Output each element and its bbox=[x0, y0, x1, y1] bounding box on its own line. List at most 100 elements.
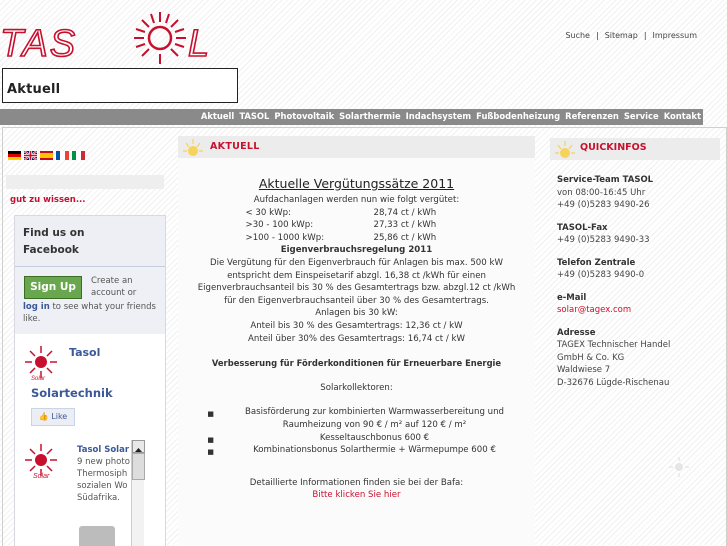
nav-item-service[interactable]: Service bbox=[624, 111, 659, 121]
list-item: ■ Kombinationsbonus Solarthermie + Wärmep… bbox=[178, 444, 535, 457]
post-sun-icon[interactable]: Solar bbox=[21, 442, 59, 480]
impressum-link[interactable]: Impressum bbox=[653, 31, 697, 40]
nav-item-tasol[interactable]: TASOL bbox=[239, 111, 269, 121]
list-item: ■ Kesseltauschbonus 600 € bbox=[178, 432, 535, 445]
eigen-line: Anteil über 30% des Gesamtertrags: 16,74… bbox=[248, 333, 465, 344]
nav-item-referenzen[interactable]: Referenzen bbox=[565, 111, 619, 121]
tarif-rate: 28,74 ct / kWh bbox=[373, 207, 437, 218]
service-phone: +49 (0)5283 9490-26 bbox=[557, 200, 650, 210]
main-content: AKTUELL Aktuelle Vergütungssätze 2011 Au… bbox=[178, 136, 535, 545]
small-sun-icon bbox=[555, 141, 575, 158]
facebook-feed-scrollbar[interactable] bbox=[131, 440, 145, 546]
eigen-line: entspricht dem Einspeisetarif abzgl. 16,… bbox=[227, 270, 486, 281]
nav-item-aktuell[interactable]: Aktuell bbox=[201, 111, 234, 121]
bullet-text: Basisförderung zur kombinierten Warmwass… bbox=[245, 407, 504, 430]
nav-item-photovoltaik[interactable]: Photovoltaik bbox=[274, 111, 334, 121]
facebook-page-name[interactable]: Tasol bbox=[69, 346, 100, 359]
eigen-line: Die Vergütung für den Eigenverbrauch für… bbox=[210, 257, 503, 268]
facebook-post-author[interactable]: Tasol Solar bbox=[77, 445, 129, 455]
quickinfos-panel: QUICKINFOS Service-Team TASOL von 08:00-… bbox=[550, 138, 720, 545]
kollektoren-label: Solarkollektoren: bbox=[320, 382, 393, 393]
sitemap-link[interactable]: Sitemap bbox=[605, 31, 638, 40]
facebook-create-text: Create an account or bbox=[91, 276, 137, 298]
facebook-post-text: 9 new photo Thermosiph sozialen Wo Südaf… bbox=[77, 457, 130, 503]
facebook-widget: Find us on Facebook Sign Up Create an ac… bbox=[14, 215, 166, 546]
tarif-rate: 25,86 ct / kWh bbox=[373, 232, 437, 243]
address-line: GmbH & Co. KG bbox=[557, 352, 625, 363]
email-label: e-Mail bbox=[557, 292, 587, 303]
quickinfos-list: Service-Team TASOL von 08:00-16:45 Uhr +… bbox=[557, 174, 670, 399]
facebook-login-link[interactable]: log in bbox=[23, 302, 50, 312]
address-line: Waldwiese 7 bbox=[557, 365, 611, 375]
tel-label: Telefon Zentrale bbox=[557, 257, 636, 268]
sidebar-divider bbox=[6, 175, 164, 189]
tasol-sun-icon[interactable]: Solar bbox=[21, 344, 59, 382]
gut-zu-wissen-heading: gut zu wissen... bbox=[10, 195, 86, 205]
email-link[interactable]: solar@tagex.com bbox=[557, 304, 670, 317]
small-sun-icon bbox=[183, 139, 203, 156]
fax-label: TASOL-Fax bbox=[557, 222, 608, 233]
logo-sun-icon bbox=[134, 12, 186, 64]
tarif-range: >100 - 1000 kWp: bbox=[245, 232, 325, 243]
eigen-line: Eigenverbrauchsanteil bis 30 % des Gesam… bbox=[197, 283, 516, 294]
search-link[interactable]: Suche bbox=[565, 31, 590, 40]
tasol-logo[interactable]: TAS L bbox=[0, 10, 240, 66]
tarif-rate: 27,33 ct / kWh bbox=[373, 220, 437, 231]
tarif-row: >30 - 100 kWp: 27,33 ct / kWh bbox=[242, 219, 472, 232]
eigen-line: Anteil bis 30 % des Gesamtertrags: 12,36… bbox=[250, 320, 463, 331]
eigen-line: Anlagen bis 30 kW: bbox=[315, 308, 398, 319]
bullet-text: Kesseltauschbonus 600 € bbox=[319, 432, 430, 443]
address-line: D-32676 Lügde-Rischenau bbox=[557, 377, 670, 388]
tel-value: +49 (0)5283 9490-0 bbox=[557, 270, 645, 280]
facebook-like-button[interactable]: 👍 Like bbox=[31, 408, 75, 426]
address-label: Adresse bbox=[557, 327, 596, 338]
spanish-flag-icon[interactable] bbox=[40, 151, 53, 160]
like-label: Like bbox=[51, 412, 68, 421]
scroll-thumb[interactable] bbox=[132, 453, 145, 480]
british-flag-icon[interactable] bbox=[24, 151, 37, 160]
decorative-sun-icon bbox=[669, 457, 689, 477]
french-flag-icon[interactable] bbox=[56, 151, 69, 160]
eigen-title: Eigenverbrauchsregelung 2011 bbox=[280, 245, 433, 256]
bafa-link[interactable]: Bitte klicken Sie hier bbox=[178, 489, 535, 502]
list-item: ■ Basisförderung zur kombinierten Warmwas… bbox=[178, 406, 535, 431]
detail-text: Detaillierte Informationen finden sie be… bbox=[249, 477, 464, 488]
bullet-text: Kombinationsbonus Solarthermie + Wärmepu… bbox=[253, 445, 496, 456]
avatar bbox=[79, 526, 115, 546]
facebook-signup-button[interactable]: Sign Up bbox=[24, 276, 82, 299]
svg-text:L: L bbox=[188, 23, 209, 65]
facebook-page-feed: Solar Tasol Solartechnik 👍 Like Solar Ta… bbox=[15, 334, 165, 546]
scroll-up-icon[interactable] bbox=[132, 440, 145, 453]
facebook-header: Find us on Facebook bbox=[15, 216, 165, 267]
article-intro: Aufdachanlagen werden nun wie folgt verg… bbox=[253, 195, 460, 205]
language-flags bbox=[8, 151, 85, 160]
svg-text:TAS: TAS bbox=[0, 23, 77, 65]
italian-flag-icon[interactable] bbox=[72, 151, 85, 160]
section-title: Aktuell bbox=[7, 82, 61, 97]
facebook-login-text: log in to see what your friends like. bbox=[23, 301, 163, 325]
tarif-row: < 30 kWp: 28,74 ct / kWh bbox=[242, 207, 472, 220]
eigen-line: für den Eigenverbrauchsanteil über 30 % … bbox=[224, 295, 489, 306]
section-title-box: Aktuell bbox=[2, 68, 238, 103]
svg-text:Solar: Solar bbox=[33, 473, 50, 480]
address-line: TAGEX Technischer Handel bbox=[557, 340, 671, 350]
main-navigation: Aktuell TASOL Photovoltaik Solarthermie … bbox=[0, 109, 703, 125]
top-links: Suche | Sitemap | Impressum bbox=[565, 31, 697, 40]
service-hours: von 08:00-16:45 Uhr bbox=[557, 187, 646, 198]
nav-item-solarthermie[interactable]: Solarthermie bbox=[339, 111, 401, 121]
foerder-title: Verbesserung für Förderkonditionen für E… bbox=[211, 358, 502, 369]
tarif-row: >100 - 1000 kWp: 25,86 ct / kWh bbox=[242, 232, 472, 245]
article-title: Aktuelle Vergütungssätze 2011 bbox=[258, 176, 455, 191]
quickinfos-heading: QUICKINFOS bbox=[580, 142, 647, 153]
facebook-header-text: Find us on Facebook bbox=[23, 227, 85, 256]
fax-value: +49 (0)5283 9490-33 bbox=[557, 235, 650, 245]
german-flag-icon[interactable] bbox=[8, 151, 21, 160]
nav-item-indachsystem[interactable]: Indachsystem bbox=[406, 111, 472, 121]
svg-text:Solar: Solar bbox=[31, 376, 46, 382]
nav-item-kontakt[interactable]: Kontakt bbox=[664, 111, 701, 121]
tarif-range: < 30 kWp: bbox=[245, 207, 291, 218]
facebook-page-name-second[interactable]: Solartechnik bbox=[31, 386, 113, 400]
tarif-range: >30 - 100 kWp: bbox=[245, 220, 314, 231]
aktuell-heading: AKTUELL bbox=[210, 141, 260, 152]
nav-item-fussbodenheizung[interactable]: Fußbodenheizung bbox=[476, 111, 560, 121]
